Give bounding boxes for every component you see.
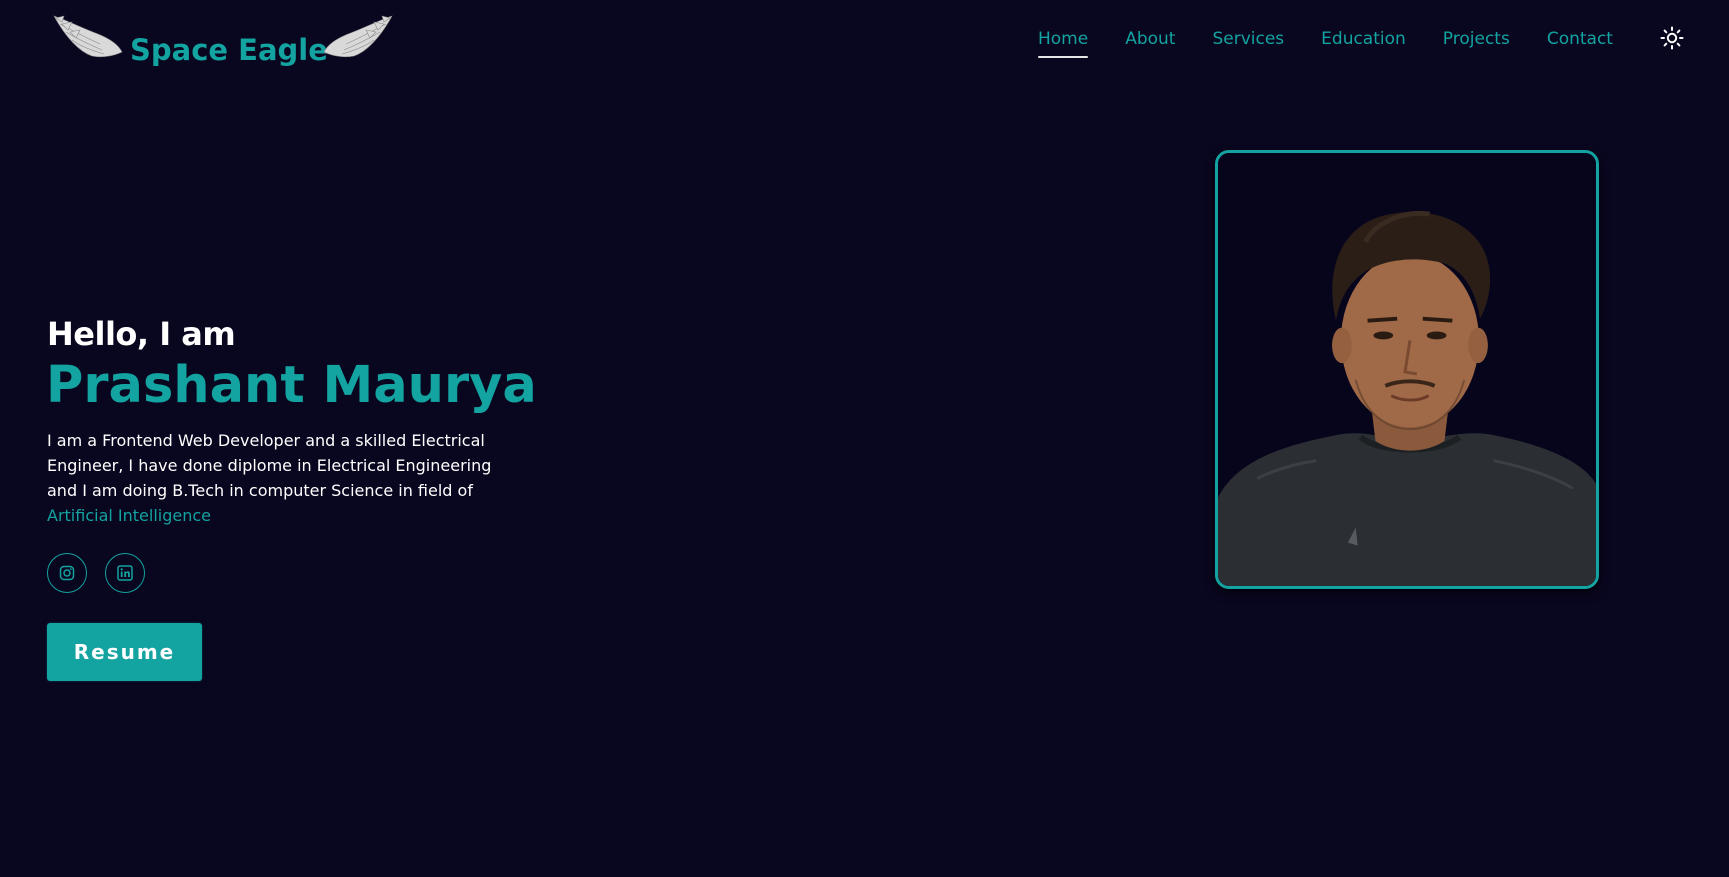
hero-greeting: Hello, I am (47, 315, 236, 353)
hero-bio: I am a Frontend Web Developer and a skil… (47, 428, 497, 528)
brand-name: Space Eagle (130, 33, 328, 67)
hero-name: Prashant Maurya (46, 356, 537, 415)
left-wing-icon (53, 15, 123, 58)
linkedin-link[interactable] (105, 553, 145, 593)
resume-button[interactable]: Resume (47, 623, 202, 681)
nav-education-link[interactable]: Education (1321, 27, 1406, 51)
theme-toggle-button[interactable] (1659, 25, 1685, 51)
bio-line: and I am doing B.Tech in computer Scienc… (47, 481, 473, 500)
main-nav: Home About Services Education Projects C… (1038, 26, 1650, 58)
nav-about-link[interactable]: About (1125, 27, 1175, 51)
bio-line: Engineer, I have done diplome in Electri… (47, 456, 492, 475)
bio-line: I am a Frontend Web Developer and a skil… (47, 431, 485, 450)
social-links (47, 553, 163, 593)
profile-photo (1215, 150, 1599, 589)
bio-highlight: Artificial Intelligence (47, 506, 211, 525)
sun-icon (1660, 26, 1684, 50)
site-header: Space Eagle Home About Services Educatio… (0, 0, 1729, 80)
nav-services-link[interactable]: Services (1212, 27, 1284, 51)
nav-contact-link[interactable]: Contact (1547, 27, 1613, 51)
instagram-icon (59, 565, 75, 581)
linkedin-icon (117, 565, 133, 581)
brand-logo[interactable]: Space Eagle (52, 10, 397, 70)
instagram-link[interactable] (47, 553, 87, 593)
profile-portrait-image (1218, 153, 1596, 586)
right-wing-icon (323, 15, 393, 58)
nav-home-link[interactable]: Home (1038, 27, 1089, 58)
nav-projects-link[interactable]: Projects (1443, 27, 1510, 51)
